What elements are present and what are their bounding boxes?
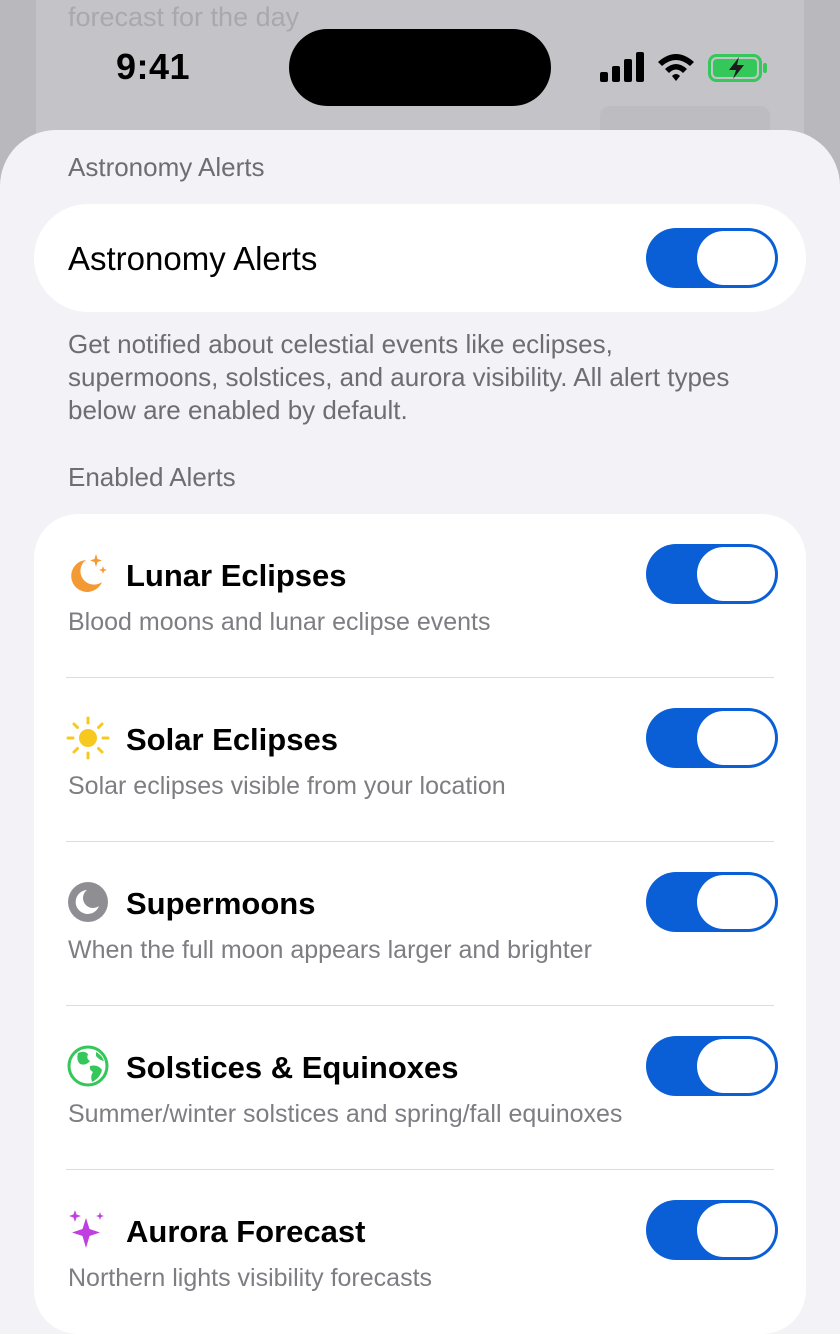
battery-charging-icon [708,54,767,82]
solar-eclipses-toggle[interactable] [646,708,778,768]
settings-sheet: Astronomy Alerts Astronomy Alerts Get no… [0,130,840,1334]
moon-stars-icon [71,554,107,592]
background-peek-text: forecast for the day [68,2,300,32]
alert-title: Lunar Eclipses [126,558,347,593]
aurora-forecast-toggle[interactable] [646,1200,778,1260]
alert-row-lunar-eclipses: Lunar Eclipses Blood moons and lunar ecl… [34,514,806,678]
alert-row-solstices-equinoxes: Solstices & Equinoxes Summer/winter sols… [34,1006,806,1170]
sparkles-icon [69,1210,104,1248]
toggle-knob [697,231,775,285]
toggle-knob [697,1203,775,1257]
alert-subtitle: Northern lights visibility forecasts [68,1264,433,1292]
alert-subtitle: Blood moons and lunar eclipse events [68,608,491,636]
toggle-knob [697,1039,775,1093]
astronomy-alerts-toggle[interactable] [646,228,778,288]
alert-row-aurora-forecast: Aurora Forecast Northern lights visibili… [34,1170,806,1334]
toggle-knob [697,547,775,601]
status-time: 9:41 [116,46,191,87]
alert-title: Solar Eclipses [126,722,338,757]
toggle-knob [697,875,775,929]
alert-subtitle: Solar eclipses visible from your locatio… [68,772,506,800]
dynamic-island [289,29,551,106]
solstices-equinoxes-toggle[interactable] [646,1036,778,1096]
master-toggle-row: Astronomy Alerts [34,204,806,312]
alert-title: Supermoons [126,886,316,921]
cellular-signal-icon [600,52,644,82]
alerts-list: Lunar Eclipses Blood moons and lunar ecl… [34,514,806,1334]
alert-row-supermoons: Supermoons When the full moon appears la… [34,842,806,1006]
toggle-knob [697,711,775,765]
enabled-alerts-header: Enabled Alerts [68,462,236,492]
lunar-eclipses-toggle[interactable] [646,544,778,604]
moon-circle-icon [68,882,108,922]
master-toggle-label: Astronomy Alerts [68,240,318,277]
alert-subtitle: When the full moon appears larger and br… [68,936,592,964]
alert-title: Aurora Forecast [126,1214,366,1249]
supermoons-toggle[interactable] [646,872,778,932]
alert-title: Solstices & Equinoxes [126,1050,459,1085]
alert-row-solar-eclipses: Solar Eclipses Solar eclipses visible fr… [34,678,806,842]
globe-icon [67,1045,109,1087]
wifi-icon [658,54,694,81]
sun-icon [66,716,110,760]
description-text: Get notified about celestial events like… [68,329,730,425]
alert-subtitle: Summer/winter solstices and spring/fall … [68,1100,623,1128]
section-title: Astronomy Alerts [68,152,265,182]
